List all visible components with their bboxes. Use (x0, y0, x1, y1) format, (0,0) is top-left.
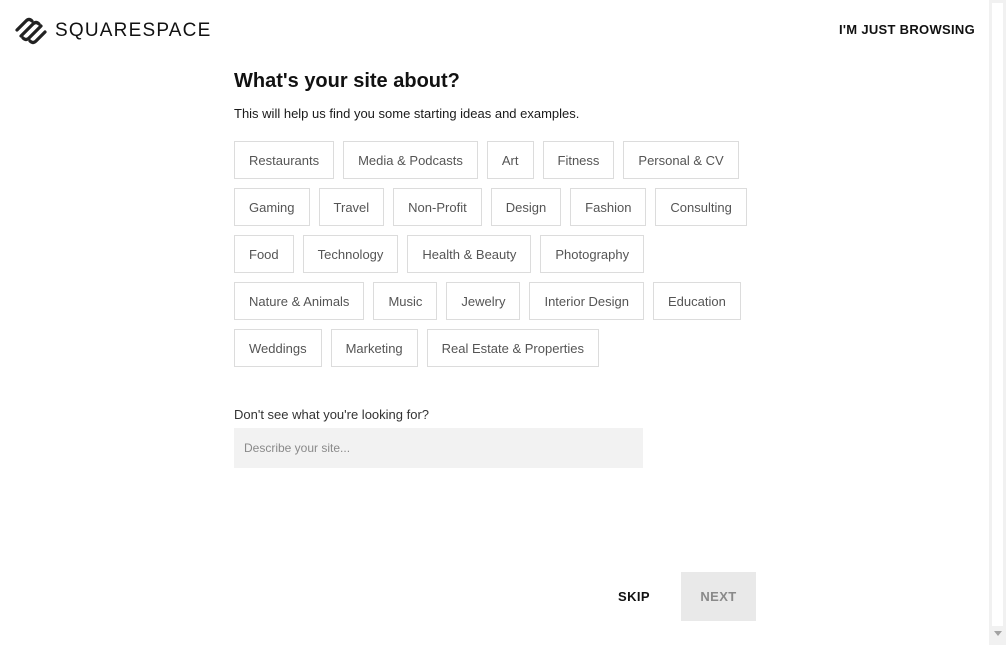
topic-chip[interactable]: Restaurants (234, 141, 335, 179)
squarespace-logo-icon (15, 17, 47, 45)
describe-label: Don't see what you're looking for? (234, 407, 430, 422)
topic-chip[interactable]: Fitness (542, 141, 615, 179)
topic-chip[interactable]: Fashion (570, 188, 647, 226)
site-topic-form: What's your site about? This will help u… (234, 68, 794, 468)
topic-chip[interactable]: Design (490, 188, 562, 226)
just-browsing-link[interactable]: I'M JUST BROWSING (839, 22, 975, 37)
scroll-down-arrow-icon[interactable] (994, 631, 1002, 636)
page-subtitle: This will help us find you some starting… (234, 106, 580, 121)
logo-text: SQUARESPACE (55, 20, 212, 41)
topic-chip[interactable]: Weddings (234, 329, 322, 367)
topic-chip[interactable]: Photography (540, 235, 645, 273)
describe-site-input[interactable] (234, 428, 643, 468)
top-header: SQUARESPACE I'M JUST BROWSING (0, 0, 989, 60)
topic-chip[interactable]: Media & Podcasts (343, 141, 478, 179)
topic-chip[interactable]: Travel (318, 188, 385, 226)
topic-chip[interactable]: Gaming (234, 188, 310, 226)
topic-chip[interactable]: Health & Beauty (407, 235, 532, 273)
page-title: What's your site about? (234, 70, 460, 92)
topic-chip[interactable]: Interior Design (529, 282, 645, 320)
skip-button[interactable]: SKIP (604, 572, 664, 620)
topic-chip[interactable]: Food (234, 235, 294, 273)
next-button[interactable]: NEXT (681, 572, 756, 621)
topic-chip[interactable]: Marketing (330, 329, 418, 367)
topic-chip[interactable]: Nature & Animals (234, 282, 365, 320)
scrollbar-thumb[interactable] (991, 2, 1004, 627)
topic-chip[interactable]: Music (373, 282, 438, 320)
squarespace-logo[interactable]: SQUARESPACE (14, 16, 211, 46)
topic-chip[interactable]: Jewelry (446, 282, 521, 320)
topic-chip[interactable]: Real Estate & Properties (426, 329, 600, 367)
topic-chip[interactable]: Art (486, 141, 534, 179)
topic-chip[interactable]: Education (653, 282, 741, 320)
topic-chip[interactable]: Technology (302, 235, 399, 273)
topic-chip[interactable]: Consulting (655, 188, 747, 226)
vertical-scrollbar[interactable] (989, 0, 1006, 645)
topic-chip[interactable]: Non-Profit (393, 188, 482, 226)
topic-chip-list: Restaurants Media & Podcasts Art Fitness Per… (234, 141, 764, 376)
topic-chip[interactable]: Personal & CV (623, 141, 739, 179)
